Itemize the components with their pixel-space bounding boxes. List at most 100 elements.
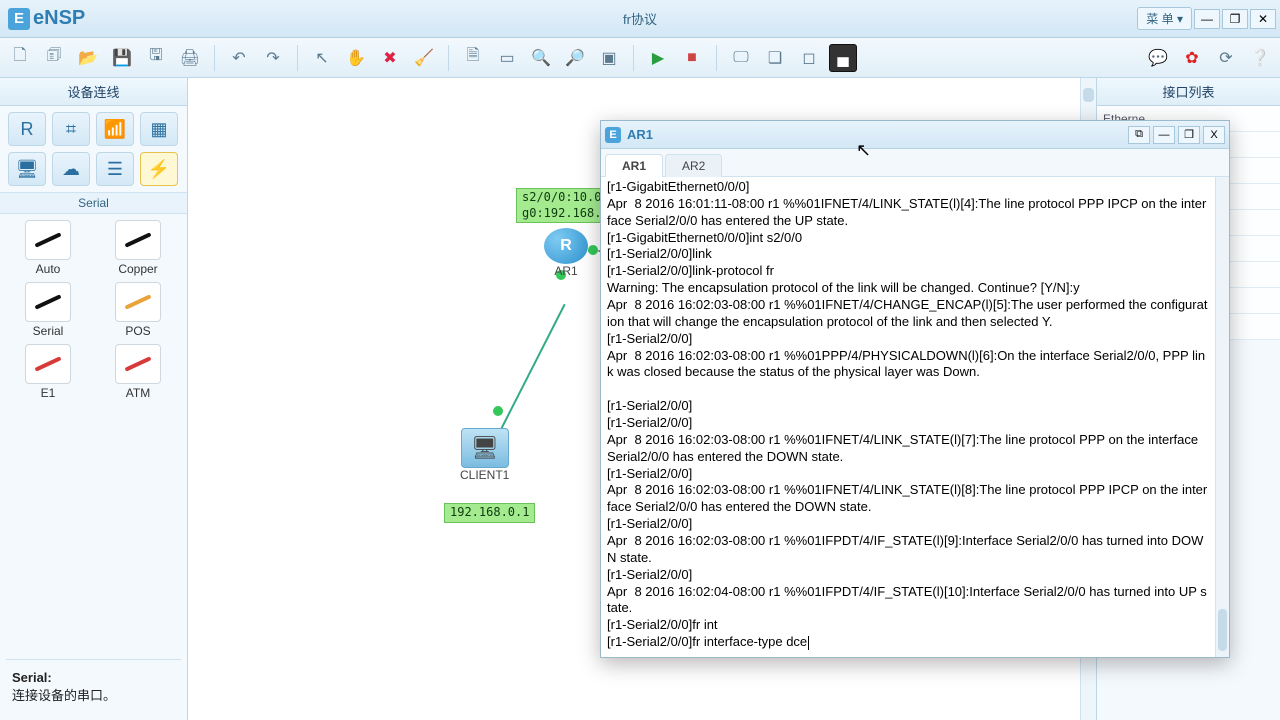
router-icon: R [544, 228, 588, 264]
pc-icon: 🖥 [461, 428, 509, 468]
zoom-out-icon[interactable]: 🔎 [561, 44, 589, 72]
separator [297, 45, 298, 71]
tool-atm[interactable]: ATM [98, 344, 178, 400]
fit-icon[interactable]: ▣ [595, 44, 623, 72]
node-client1[interactable]: 🖥 CLIENT1 [460, 428, 509, 482]
tool-label: E1 [41, 386, 56, 400]
tool-label: POS [125, 324, 150, 338]
new-icon[interactable]: 🗋 [6, 44, 34, 72]
minimize-button[interactable]: — [1194, 9, 1220, 29]
device-panel-header: 设备连线 [0, 78, 187, 106]
tool-e1[interactable]: E1 [8, 344, 88, 400]
update-icon[interactable]: ⟳ [1212, 44, 1240, 72]
cli-title-text: AR1 [627, 127, 653, 142]
broom-icon[interactable]: 🧹 [410, 44, 438, 72]
redo-icon[interactable]: ↷ [259, 44, 287, 72]
tool-copper[interactable]: Copper [98, 220, 178, 276]
link-category-header: Serial [0, 192, 187, 214]
link-ar1-client[interactable] [498, 304, 566, 434]
stop-icon[interactable]: ■ [678, 44, 706, 72]
tool-label: Copper [118, 262, 157, 276]
cli-body[interactable]: [r1-GigabitEthernet0/0/0] Apr 8 2016 16:… [601, 177, 1229, 657]
tool-serial[interactable]: Serial [8, 282, 88, 338]
node-label: AR1 [544, 264, 588, 278]
cli-detach-button[interactable]: ⧉ [1128, 126, 1150, 144]
link-icon [25, 282, 71, 322]
link-icon [115, 344, 161, 384]
description-box: Serial: 连接设备的串口。 [6, 659, 181, 714]
titlebar: E eNSP fr协议 菜 单 ▾ — ❐ ✕ [0, 0, 1280, 38]
node-ar1[interactable]: R AR1 [544, 228, 588, 278]
cli-minimize-button[interactable]: — [1153, 126, 1175, 144]
separator [214, 45, 215, 71]
device-router-icon[interactable]: R [8, 112, 46, 146]
link-icon [115, 220, 161, 260]
device-server-icon[interactable]: ☰ [96, 152, 134, 186]
cli-close-button[interactable]: X [1203, 126, 1225, 144]
chat-icon[interactable]: 💬 [1144, 44, 1172, 72]
cli-logo-icon: E [605, 127, 621, 143]
cli-output[interactable]: [r1-GigabitEthernet0/0/0] Apr 8 2016 16:… [601, 177, 1215, 657]
device-panel: 设备连线 R ⌗ 📶 ▦ 🖥 ☁ ☰ ⚡ Serial Auto Copper Se… [0, 78, 188, 720]
zoom-in-icon[interactable]: 🔍 [527, 44, 555, 72]
device-firewall-icon[interactable]: ▦ [140, 112, 178, 146]
window2-icon[interactable]: ◻ [795, 44, 823, 72]
port-dot-icon [588, 245, 598, 255]
console-icon[interactable]: ▄ [829, 44, 857, 72]
port-dot-icon [493, 406, 503, 416]
tool-label: Auto [36, 262, 61, 276]
link-icon [25, 220, 71, 260]
cli-tabbar: AR1 AR2 [601, 149, 1229, 177]
huawei-icon[interactable]: ✿ [1178, 44, 1206, 72]
device-link-icon[interactable]: ⚡ [140, 152, 178, 186]
capture-icon[interactable]: 🖵 [727, 44, 755, 72]
cli-titlebar[interactable]: E AR1 ⧉ — ❐ X [601, 121, 1229, 149]
text-icon[interactable]: 🗎 [459, 44, 487, 72]
separator [716, 45, 717, 71]
cli-scrollbar[interactable] [1215, 177, 1229, 657]
palette-icon[interactable]: ▭ [493, 44, 521, 72]
caret-icon [808, 636, 809, 650]
print-icon[interactable]: 🖨 [176, 44, 204, 72]
device-pc-icon[interactable]: 🖥 [8, 152, 46, 186]
node-label: CLIENT1 [460, 468, 509, 482]
start-icon[interactable]: ▶ [644, 44, 672, 72]
separator [448, 45, 449, 71]
cli-window[interactable]: E AR1 ⧉ — ❐ X AR1 AR2 [r1-GigabitEtherne… [600, 120, 1230, 658]
main-toolbar: 🗋 🗊 📂 💾 🖫 🖨 ↶ ↷ ↖ ✋ ✖ 🧹 🗎 ▭ 🔍 🔎 ▣ ▶ ■ 🖵 … [0, 38, 1280, 78]
new-topology-icon[interactable]: 🗊 [40, 44, 68, 72]
tool-pos[interactable]: POS [98, 282, 178, 338]
window-icon[interactable]: ❏ [761, 44, 789, 72]
description-body: 连接设备的串口。 [12, 685, 175, 704]
tool-auto[interactable]: Auto [8, 220, 88, 276]
save-as-icon[interactable]: 🖫 [142, 44, 170, 72]
app-logo: E eNSP [0, 7, 93, 30]
interface-panel-header: 接口列表 [1097, 78, 1280, 106]
save-icon[interactable]: 💾 [108, 44, 136, 72]
cli-tab-ar2[interactable]: AR2 [665, 154, 722, 177]
undo-icon[interactable]: ↶ [225, 44, 253, 72]
tool-label: ATM [126, 386, 150, 400]
menu-button[interactable]: 菜 单 ▾ [1137, 7, 1192, 30]
close-button[interactable]: ✕ [1250, 9, 1276, 29]
open-icon[interactable]: 📂 [74, 44, 102, 72]
pointer-icon[interactable]: ↖ [308, 44, 336, 72]
delete-icon[interactable]: ✖ [376, 44, 404, 72]
device-switch-icon[interactable]: ⌗ [52, 112, 90, 146]
cli-tab-ar1[interactable]: AR1 [605, 154, 663, 177]
maximize-button[interactable]: ❐ [1222, 9, 1248, 29]
link-icon [115, 282, 161, 322]
cli-maximize-button[interactable]: ❐ [1178, 126, 1200, 144]
link-icon [25, 344, 71, 384]
help-icon[interactable]: ❔ [1246, 44, 1274, 72]
app-name: eNSP [33, 7, 85, 30]
separator [633, 45, 634, 71]
device-wlan-icon[interactable]: 📶 [96, 112, 134, 146]
pan-icon[interactable]: ✋ [342, 44, 370, 72]
document-title: fr协议 [623, 9, 657, 28]
device-cloud-icon[interactable]: ☁ [52, 152, 90, 186]
tool-label: Serial [33, 324, 64, 338]
ip-label-client: 192.168.0.1 [444, 503, 535, 523]
logo-icon: E [8, 8, 30, 30]
description-title: Serial: [12, 670, 175, 685]
